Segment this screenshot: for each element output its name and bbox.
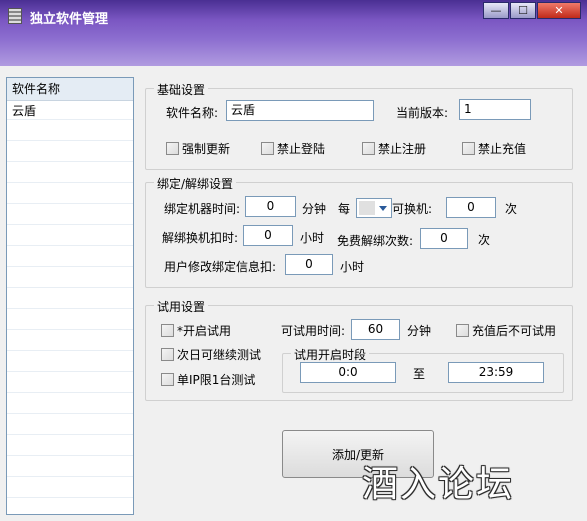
next-day-trial-checkbox[interactable]: 次日可继续测试 xyxy=(161,346,261,363)
single-ip-checkbox[interactable]: 单IP限1台测试 xyxy=(161,371,255,388)
checkbox-box[interactable] xyxy=(161,373,174,386)
period-to-label: 至 xyxy=(413,367,426,381)
trial-start-time-input[interactable]: 0:0 xyxy=(300,362,396,383)
unbind-deduct-label: 解绑换机扣时: xyxy=(162,231,239,245)
force-update-checkbox[interactable]: 强制更新 xyxy=(166,140,230,157)
free-unbind-label: 免费解绑次数: xyxy=(337,234,414,248)
enable-trial-checkbox[interactable]: *开启试用 xyxy=(161,322,231,339)
bind-time-unit: 分钟 xyxy=(302,202,327,216)
unbind-deduct-input[interactable]: 0 xyxy=(243,225,293,246)
bind-settings-title: 绑定/解绑设置 xyxy=(154,175,237,192)
software-list[interactable]: 软件名称 云盾 xyxy=(6,77,134,515)
bind-time-input[interactable]: 0 xyxy=(245,196,296,217)
software-name-input[interactable]: 云盾 xyxy=(226,100,374,121)
switch-machine-input[interactable]: 0 xyxy=(446,197,496,218)
modify-bind-input[interactable]: 0 xyxy=(285,254,333,275)
window-title: 独立软件管理 xyxy=(30,12,109,27)
modify-bind-unit: 小时 xyxy=(340,260,365,274)
switch-machine-label: 可换机: xyxy=(392,202,433,216)
list-item[interactable]: 云盾 xyxy=(7,101,133,121)
checkbox-box[interactable] xyxy=(161,324,174,337)
period-dropdown[interactable] xyxy=(356,198,392,218)
trial-settings-title: 试用设置 xyxy=(154,298,209,315)
current-version-input[interactable]: 1 xyxy=(459,99,531,120)
title-bar: 独立软件管理 — ☐ ✕ xyxy=(0,0,587,66)
modify-bind-label: 用户修改绑定信息扣: xyxy=(164,260,277,274)
disable-recharge-checkbox[interactable]: 禁止充值 xyxy=(462,140,526,157)
forum-watermark: 酒入论坛 xyxy=(362,464,515,505)
app-icon xyxy=(8,8,22,24)
software-name-label: 软件名称: xyxy=(166,106,219,120)
trial-period-title: 试用开启时段 xyxy=(291,346,370,363)
disable-register-checkbox[interactable]: 禁止注册 xyxy=(362,140,426,157)
checkbox-box[interactable] xyxy=(462,142,475,155)
bind-time-label: 绑定机器时间: xyxy=(164,202,241,216)
chevron-down-icon[interactable] xyxy=(379,206,387,211)
free-unbind-input[interactable]: 0 xyxy=(420,228,468,249)
window-controls: — ☐ ✕ xyxy=(482,2,581,19)
checkbox-box[interactable] xyxy=(362,142,375,155)
per-label: 每 xyxy=(338,202,351,216)
minimize-button[interactable]: — xyxy=(483,2,509,19)
no-trial-after-recharge-checkbox[interactable]: 充值后不可试用 xyxy=(456,322,556,339)
close-button[interactable]: ✕ xyxy=(537,2,581,19)
switch-machine-unit: 次 xyxy=(505,202,518,216)
trial-time-label: 可试用时间: xyxy=(281,324,346,338)
current-version-label: 当前版本: xyxy=(396,106,449,120)
checkbox-box[interactable] xyxy=(456,324,469,337)
unbind-deduct-unit: 小时 xyxy=(300,231,325,245)
dropdown-value xyxy=(359,201,375,215)
trial-time-unit: 分钟 xyxy=(407,324,432,338)
list-header: 软件名称 xyxy=(7,78,133,101)
checkbox-box[interactable] xyxy=(261,142,274,155)
basic-settings-title: 基础设置 xyxy=(154,81,209,98)
maximize-button[interactable]: ☐ xyxy=(510,2,536,19)
trial-time-input[interactable]: 60 xyxy=(351,319,400,340)
checkbox-box[interactable] xyxy=(161,348,174,361)
checkbox-box[interactable] xyxy=(166,142,179,155)
free-unbind-unit: 次 xyxy=(478,233,491,247)
disable-login-checkbox[interactable]: 禁止登陆 xyxy=(261,140,325,157)
trial-end-time-input[interactable]: 23:59 xyxy=(448,362,544,383)
